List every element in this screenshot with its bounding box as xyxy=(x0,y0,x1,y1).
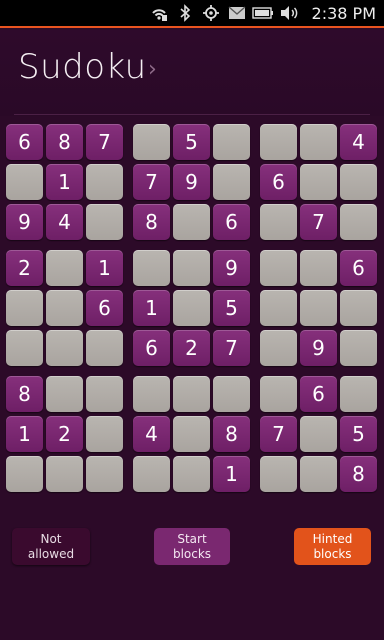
sudoku-cell[interactable] xyxy=(340,204,377,240)
sudoku-cell[interactable] xyxy=(133,456,170,492)
sudoku-cell[interactable]: 4 xyxy=(133,416,170,452)
sudoku-cell[interactable] xyxy=(173,290,210,326)
sudoku-cell[interactable] xyxy=(213,124,250,160)
sudoku-cell[interactable]: 7 xyxy=(213,330,250,366)
sudoku-cell[interactable] xyxy=(340,290,377,326)
sudoku-cell[interactable]: 5 xyxy=(213,290,250,326)
legend-not-allowed[interactable]: Not allowed xyxy=(12,528,90,565)
sudoku-cell[interactable]: 4 xyxy=(340,124,377,160)
sudoku-cell[interactable] xyxy=(133,250,170,286)
sudoku-cell[interactable] xyxy=(173,376,210,412)
sudoku-cell[interactable] xyxy=(260,250,297,286)
sudoku-cell[interactable]: 7 xyxy=(300,204,337,240)
mail-icon[interactable] xyxy=(224,3,250,23)
sudoku-cell[interactable] xyxy=(300,416,337,452)
sudoku-cell[interactable] xyxy=(260,376,297,412)
sudoku-cell[interactable]: 7 xyxy=(86,124,123,160)
sudoku-cell[interactable] xyxy=(6,290,43,326)
sudoku-cell[interactable]: 5 xyxy=(173,124,210,160)
sudoku-cell[interactable] xyxy=(300,456,337,492)
sudoku-cell[interactable]: 7 xyxy=(260,416,297,452)
sudoku-cell[interactable] xyxy=(6,456,43,492)
header-divider xyxy=(14,114,370,115)
sudoku-cell[interactable]: 7 xyxy=(133,164,170,200)
sudoku-cell[interactable]: 6 xyxy=(213,204,250,240)
sudoku-cell[interactable]: 6 xyxy=(260,164,297,200)
sudoku-cell[interactable]: 9 xyxy=(173,164,210,200)
sudoku-cell[interactable]: 6 xyxy=(340,250,377,286)
sudoku-cell[interactable] xyxy=(300,290,337,326)
sudoku-cell[interactable]: 8 xyxy=(213,416,250,452)
sudoku-cell[interactable] xyxy=(300,250,337,286)
legend-start-blocks[interactable]: Start blocks xyxy=(154,528,230,565)
volume-icon[interactable] xyxy=(276,3,302,23)
sudoku-cell[interactable]: 6 xyxy=(6,124,43,160)
sudoku-cell[interactable] xyxy=(46,376,83,412)
sudoku-cell[interactable] xyxy=(260,204,297,240)
status-bar: 2:38 PM xyxy=(0,0,384,28)
sudoku-cell[interactable] xyxy=(86,416,123,452)
sudoku-cell[interactable] xyxy=(86,330,123,366)
sudoku-cell[interactable] xyxy=(6,330,43,366)
sudoku-cell[interactable]: 2 xyxy=(173,330,210,366)
sudoku-cell[interactable] xyxy=(46,290,83,326)
sudoku-cell[interactable] xyxy=(173,456,210,492)
sudoku-cell[interactable]: 8 xyxy=(133,204,170,240)
sudoku-cell[interactable] xyxy=(340,330,377,366)
sudoku-cell[interactable] xyxy=(260,456,297,492)
sudoku-cell[interactable] xyxy=(300,164,337,200)
sudoku-cell[interactable] xyxy=(86,204,123,240)
page-title: Sudoku xyxy=(18,47,147,87)
page-header: Sudoku › xyxy=(0,30,384,116)
sudoku-cell[interactable]: 1 xyxy=(6,416,43,452)
sudoku-cell[interactable]: 9 xyxy=(300,330,337,366)
location-icon[interactable] xyxy=(198,3,224,23)
sudoku-cell[interactable] xyxy=(133,124,170,160)
sudoku-cell[interactable] xyxy=(300,124,337,160)
sudoku-cell[interactable] xyxy=(260,124,297,160)
sudoku-cell[interactable] xyxy=(46,456,83,492)
legend-hinted-blocks[interactable]: Hinted blocks xyxy=(294,528,371,565)
sudoku-cell[interactable] xyxy=(173,416,210,452)
sudoku-cell[interactable]: 4 xyxy=(46,204,83,240)
sudoku-cell[interactable] xyxy=(173,204,210,240)
sudoku-cell[interactable]: 8 xyxy=(46,124,83,160)
sudoku-cell[interactable]: 1 xyxy=(213,456,250,492)
sudoku-cell[interactable] xyxy=(173,250,210,286)
sudoku-cell[interactable] xyxy=(86,376,123,412)
battery-icon[interactable] xyxy=(250,3,276,23)
sudoku-cell[interactable] xyxy=(6,164,43,200)
sudoku-cell[interactable] xyxy=(46,250,83,286)
sudoku-cell[interactable] xyxy=(46,330,83,366)
sudoku-cell[interactable]: 5 xyxy=(340,416,377,452)
sudoku-cell[interactable]: 1 xyxy=(133,290,170,326)
sudoku-cell[interactable]: 2 xyxy=(46,416,83,452)
sudoku-cell[interactable]: 6 xyxy=(133,330,170,366)
sudoku-cell[interactable] xyxy=(213,164,250,200)
sudoku-cell[interactable] xyxy=(133,376,170,412)
sudoku-cell[interactable] xyxy=(260,330,297,366)
sudoku-cell[interactable] xyxy=(340,376,377,412)
sudoku-cell[interactable]: 6 xyxy=(86,290,123,326)
sudoku-cell[interactable]: 2 xyxy=(6,250,43,286)
sudoku-cell[interactable]: 8 xyxy=(6,376,43,412)
sudoku-cell[interactable] xyxy=(86,164,123,200)
sudoku-cell[interactable]: 9 xyxy=(213,250,250,286)
sudoku-cell[interactable] xyxy=(340,164,377,200)
sudoku-cell[interactable]: 6 xyxy=(300,376,337,412)
clock[interactable]: 2:38 PM xyxy=(312,4,376,23)
sudoku-cell[interactable]: 9 xyxy=(6,204,43,240)
sudoku-cell[interactable] xyxy=(260,290,297,326)
wifi-icon[interactable] xyxy=(146,3,172,23)
sudoku-cell[interactable]: 8 xyxy=(340,456,377,492)
sudoku-cell[interactable]: 1 xyxy=(86,250,123,286)
bluetooth-icon[interactable] xyxy=(172,3,198,23)
chevron-right-icon[interactable]: › xyxy=(148,57,157,82)
sudoku-cell[interactable]: 1 xyxy=(46,164,83,200)
sudoku-cell[interactable] xyxy=(86,456,123,492)
sudoku-cell[interactable] xyxy=(213,376,250,412)
